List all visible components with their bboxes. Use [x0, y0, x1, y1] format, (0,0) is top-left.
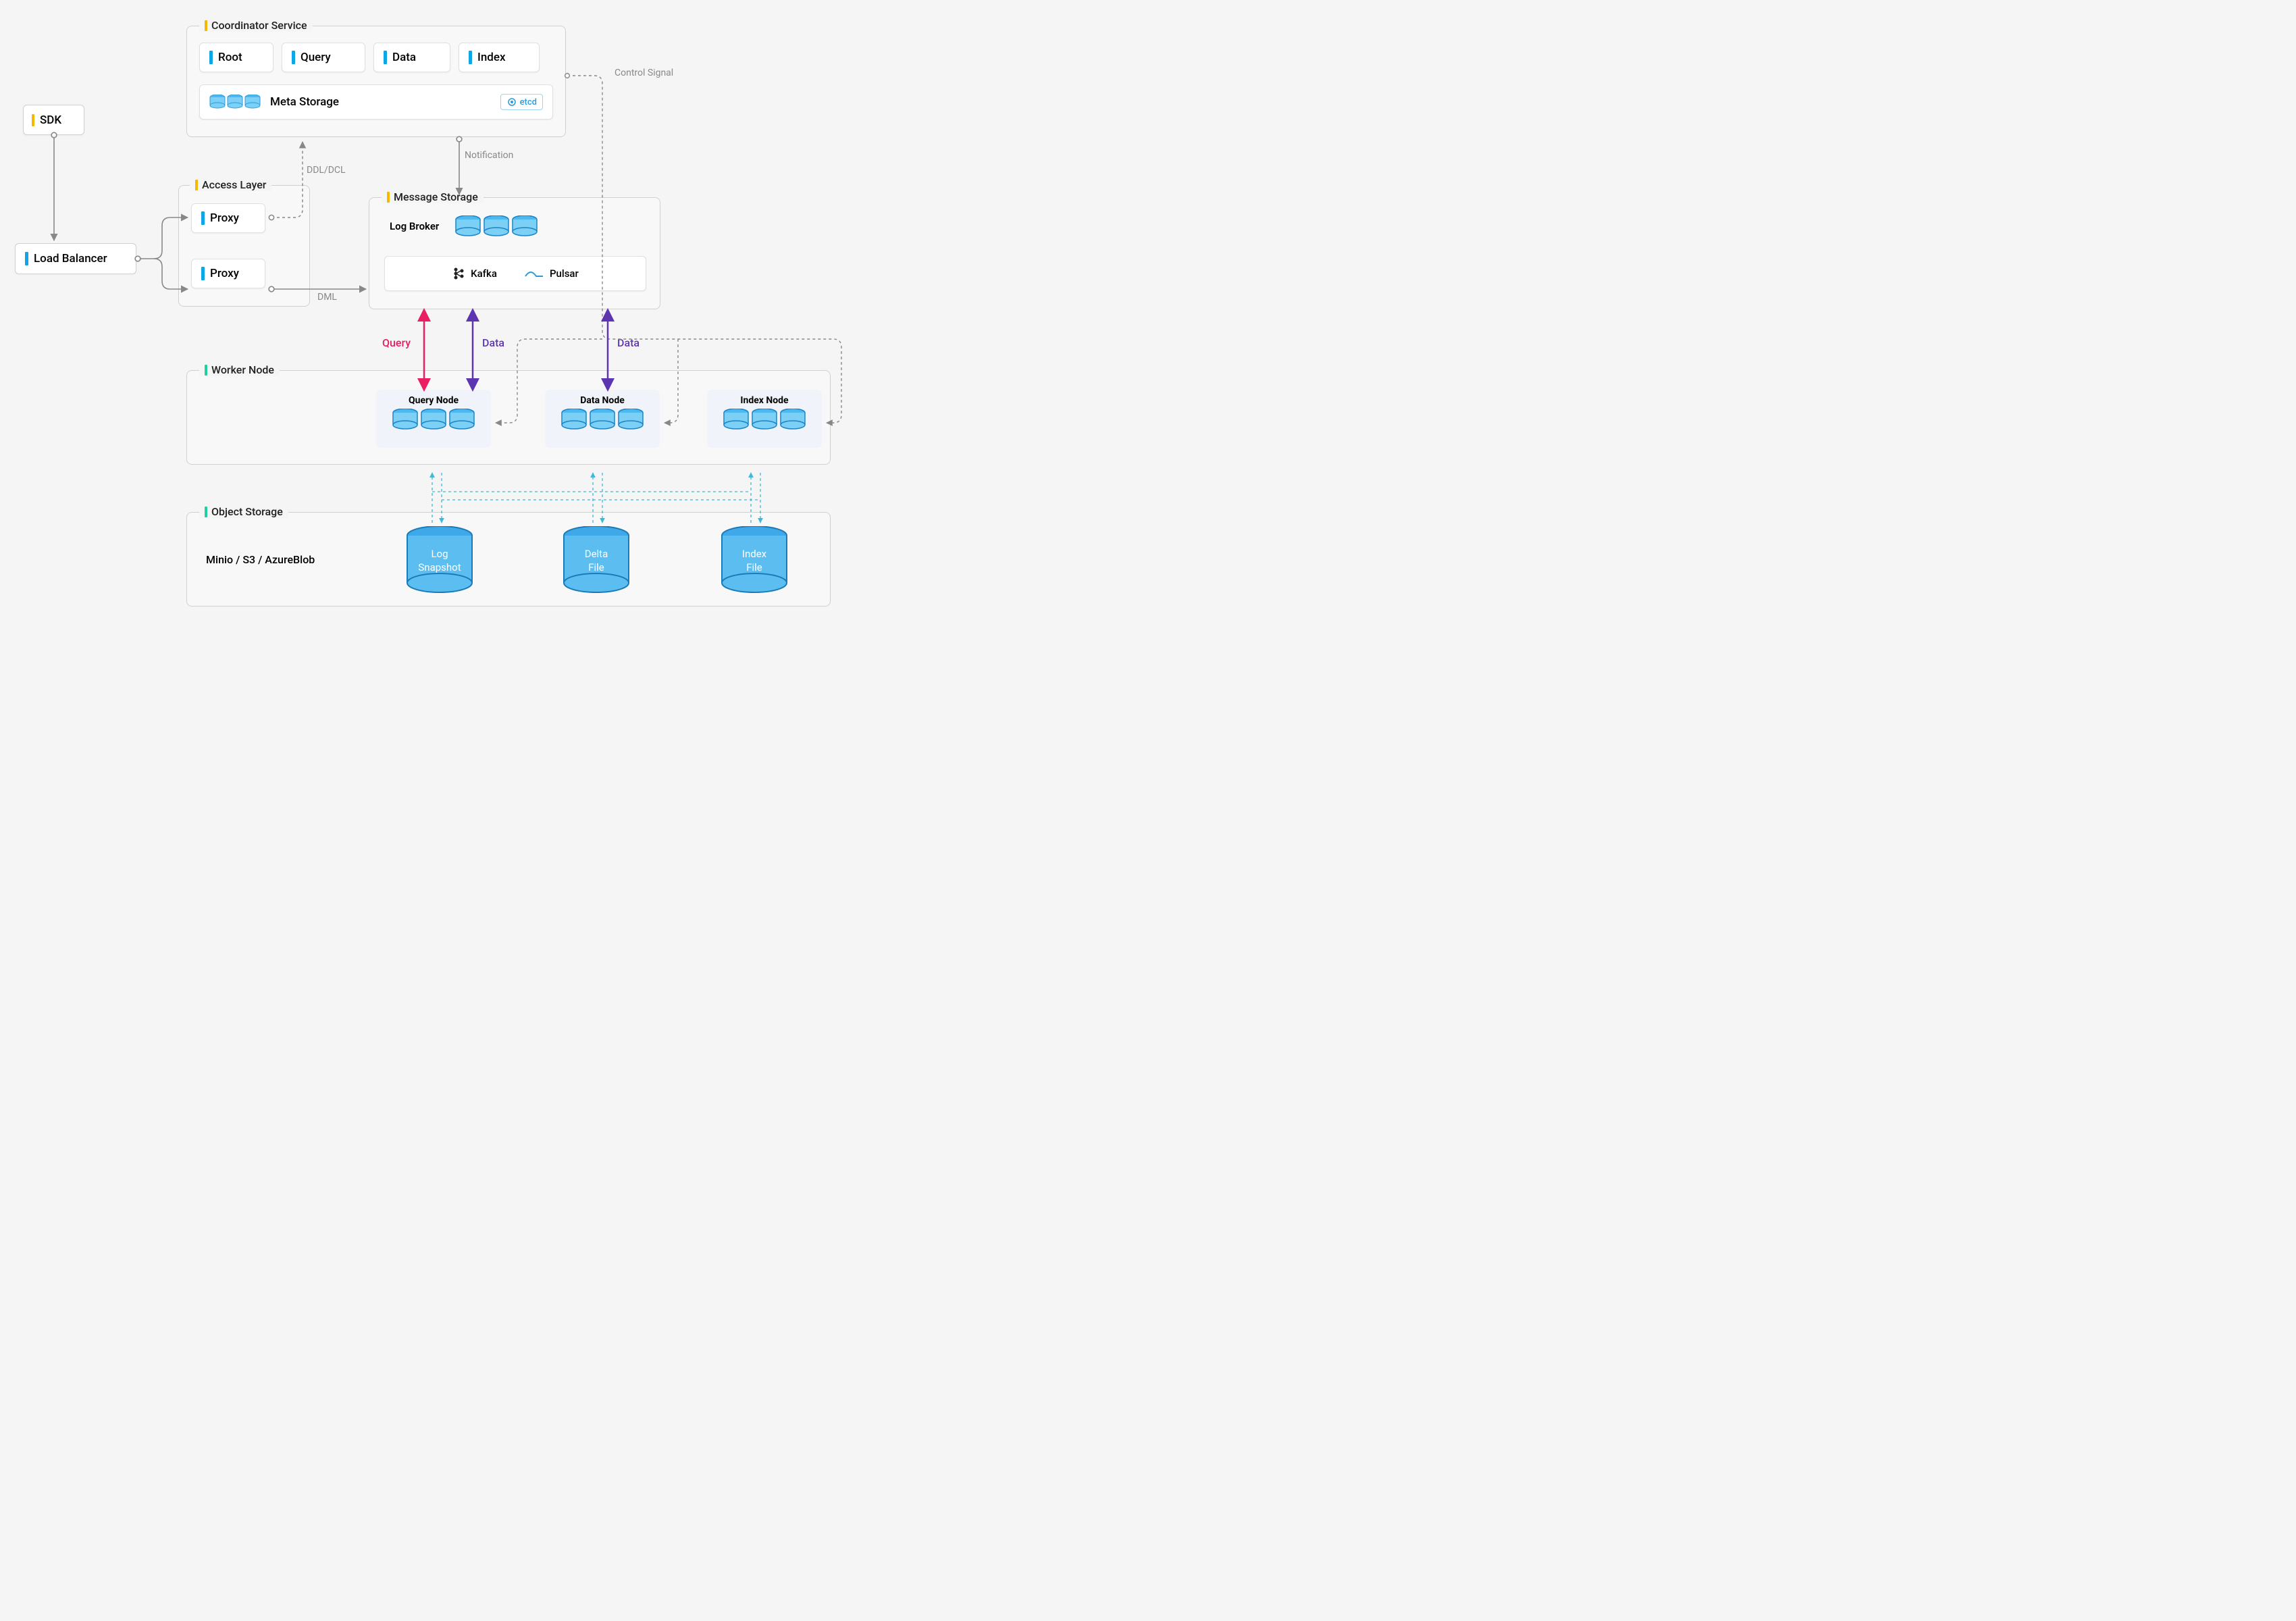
providers-label: Minio / S3 / AzureBlob [206, 553, 315, 566]
meta-storage-label: Meta Storage [270, 95, 339, 109]
cylinder-icon [455, 215, 481, 237]
accent-tick [25, 252, 28, 265]
query-node-box: Query Node [376, 390, 491, 448]
edge-notification: Notification [465, 150, 513, 161]
edge-control-signal: Control Signal [615, 68, 673, 78]
cylinder-icon [209, 95, 226, 109]
cylinder-icon [392, 409, 418, 430]
cylinder-icon [723, 409, 749, 430]
cylinder-icon [244, 95, 261, 109]
coord-root: Root [199, 43, 273, 72]
delta-file-cyl: Delta File [563, 526, 630, 574]
accent-tick [32, 114, 34, 126]
coord-index: Index [459, 43, 540, 72]
cylinder-icon [561, 409, 587, 430]
coordinator-group: Coordinator Service Root Query Data Inde… [186, 26, 566, 137]
pulsar-icon [524, 267, 544, 280]
access-layer-group: Access Layer Proxy Proxy [178, 185, 310, 307]
cylinder-icon [512, 215, 538, 237]
kafka-icon [452, 267, 465, 280]
index-node-label: Index Node [707, 390, 822, 409]
query-node-label: Query Node [376, 390, 491, 409]
kafka-label: Kafka [471, 267, 497, 280]
object-storage-group: Object Storage Minio / S3 / AzureBlob Lo… [186, 512, 831, 607]
cylinder-icon [618, 409, 644, 430]
access-layer-title: Access Layer [190, 178, 271, 191]
cylinder-icon [449, 409, 475, 430]
cylinder-icon [227, 95, 243, 109]
etcd-badge: etcd [500, 94, 543, 110]
broker-impl-row: Kafka Pulsar [384, 256, 646, 291]
load-balancer-label: Load Balancer [34, 252, 107, 265]
proxy-box-2: Proxy [191, 259, 265, 288]
load-balancer-box: Load Balancer [15, 243, 136, 274]
meta-storage-box: Meta Storage etcd [199, 84, 553, 120]
cylinder-icon [421, 409, 446, 430]
edge-dml: DML [317, 292, 337, 303]
coord-data: Data [373, 43, 450, 72]
cylinder-icon [752, 409, 777, 430]
cylinder-icon [484, 215, 509, 237]
cylinder-icon [780, 409, 806, 430]
sdk-label: SDK [40, 113, 61, 127]
edge-query: Query [382, 336, 411, 349]
proxy-box-1: Proxy [191, 203, 265, 233]
message-storage-group: Message Storage Log Broker Kafka Pulsar [369, 197, 660, 309]
edge-data-1: Data [482, 336, 504, 349]
pulsar-label: Pulsar [550, 267, 579, 280]
worker-node-title: Worker Node [199, 363, 280, 376]
message-storage-title: Message Storage [382, 190, 484, 203]
worker-node-group: Worker Node Query Node Data Node Index N… [186, 370, 831, 465]
gear-icon [506, 97, 517, 107]
object-storage-title: Object Storage [199, 505, 288, 518]
data-node-box: Data Node [545, 390, 660, 448]
log-snapshot-cyl: Log Snapshot [406, 526, 473, 574]
edge-data-2: Data [617, 336, 640, 349]
cylinder-icon [590, 409, 615, 430]
edge-ddl-dcl: DDL/DCL [307, 165, 346, 176]
coordinator-title: Coordinator Service [199, 19, 313, 32]
log-broker-label: Log Broker [390, 220, 439, 232]
log-broker-row: Log Broker [390, 215, 538, 237]
index-node-box: Index Node [707, 390, 822, 448]
coord-query: Query [282, 43, 365, 72]
index-file-cyl: Index File [721, 526, 788, 574]
data-node-label: Data Node [545, 390, 660, 409]
sdk-box: SDK [23, 105, 84, 135]
